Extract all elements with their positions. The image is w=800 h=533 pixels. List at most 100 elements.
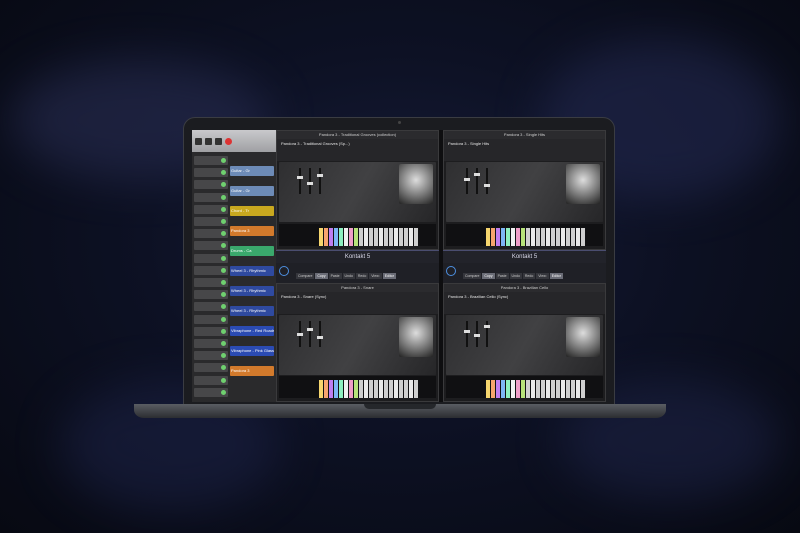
piano-key[interactable] <box>404 228 408 246</box>
copy-button[interactable]: Copy <box>482 273 495 279</box>
daw-region[interactable]: Guitar - Gr <box>230 186 274 196</box>
piano-key[interactable] <box>339 228 343 246</box>
paste-button[interactable]: Paste <box>328 273 342 279</box>
piano-key[interactable] <box>349 228 353 246</box>
track-header[interactable] <box>194 204 228 214</box>
track-header[interactable] <box>194 253 228 263</box>
piano-key[interactable] <box>511 380 515 398</box>
piano-key[interactable] <box>329 380 333 398</box>
track-header[interactable] <box>194 375 228 385</box>
piano-key[interactable] <box>501 380 505 398</box>
piano-key[interactable] <box>536 228 540 246</box>
track-header[interactable] <box>194 241 228 251</box>
piano-key[interactable] <box>324 228 328 246</box>
power-icon[interactable] <box>279 266 289 276</box>
piano-key[interactable] <box>354 380 358 398</box>
piano-key[interactable] <box>344 380 348 398</box>
piano-key[interactable] <box>379 228 383 246</box>
keyboard[interactable] <box>279 376 436 398</box>
undo-button[interactable]: Undo <box>509 273 522 279</box>
piano-key[interactable] <box>409 380 413 398</box>
piano-key[interactable] <box>319 380 323 398</box>
piano-key[interactable] <box>359 228 363 246</box>
piano-key[interactable] <box>551 228 555 246</box>
daw-region[interactable]: Guitar - Gr <box>230 166 274 176</box>
piano-key[interactable] <box>369 380 373 398</box>
piano-key[interactable] <box>329 228 333 246</box>
piano-key[interactable] <box>399 228 403 246</box>
piano-key[interactable] <box>379 380 383 398</box>
piano-key[interactable] <box>501 228 505 246</box>
keyboard[interactable] <box>446 224 603 246</box>
piano-key[interactable] <box>561 228 565 246</box>
daw-region[interactable]: Wheel 3 - Rhythmic <box>230 306 274 316</box>
piano-key[interactable] <box>389 380 393 398</box>
piano-key[interactable] <box>334 228 338 246</box>
track-header[interactable] <box>194 278 228 287</box>
piano-key[interactable] <box>414 380 418 398</box>
daw-region[interactable]: Chord - Tr <box>230 206 274 216</box>
track-header[interactable] <box>194 387 228 397</box>
compare-button[interactable]: Compare <box>296 273 315 279</box>
piano-key[interactable] <box>516 228 520 246</box>
redo-button[interactable]: Redo <box>522 273 536 279</box>
piano-key[interactable] <box>506 380 510 398</box>
track-header[interactable] <box>194 314 228 324</box>
daw-region[interactable]: Drums - Ca <box>230 246 274 256</box>
piano-key[interactable] <box>496 380 500 398</box>
piano-key[interactable] <box>531 228 535 246</box>
piano-key[interactable] <box>319 228 323 246</box>
copy-button[interactable]: Copy <box>315 273 328 279</box>
rewind-icon[interactable] <box>195 137 202 145</box>
compare-button[interactable]: Compare <box>463 273 482 279</box>
daw-region[interactable]: Wheel 3 - Rhythmic <box>230 286 274 296</box>
piano-key[interactable] <box>409 228 413 246</box>
play-icon[interactable] <box>205 137 212 145</box>
piano-key[interactable] <box>546 228 550 246</box>
piano-key[interactable] <box>394 380 398 398</box>
piano-key[interactable] <box>364 228 368 246</box>
piano-key[interactable] <box>561 380 565 398</box>
piano-key[interactable] <box>334 380 338 398</box>
track-header[interactable] <box>194 192 228 202</box>
piano-key[interactable] <box>399 380 403 398</box>
piano-key[interactable] <box>384 228 388 246</box>
track-header[interactable] <box>194 363 228 373</box>
track-header[interactable] <box>194 290 228 300</box>
piano-key[interactable] <box>324 380 328 398</box>
daw-region[interactable]: Vibraphone - Pink Glass <box>230 346 274 356</box>
piano-key[interactable] <box>581 380 585 398</box>
keyboard[interactable] <box>279 224 436 246</box>
piano-key[interactable] <box>566 380 570 398</box>
daw-region[interactable]: Pandora 3 <box>230 226 274 236</box>
power-icon[interactable] <box>446 266 456 276</box>
piano-key[interactable] <box>556 228 560 246</box>
piano-key[interactable] <box>491 228 495 246</box>
piano-key[interactable] <box>536 380 540 398</box>
editor-button[interactable]: Editor <box>549 273 563 279</box>
track-header[interactable] <box>194 156 228 165</box>
paste-button[interactable]: Paste <box>495 273 509 279</box>
track-header[interactable] <box>194 180 228 190</box>
piano-key[interactable] <box>491 380 495 398</box>
piano-key[interactable] <box>359 380 363 398</box>
track-header[interactable] <box>194 229 228 239</box>
piano-key[interactable] <box>541 380 545 398</box>
track-header[interactable] <box>194 302 228 312</box>
track-header[interactable] <box>194 326 228 336</box>
piano-key[interactable] <box>364 380 368 398</box>
piano-key[interactable] <box>404 380 408 398</box>
piano-key[interactable] <box>521 380 525 398</box>
piano-key[interactable] <box>344 228 348 246</box>
piano-key[interactable] <box>526 228 530 246</box>
piano-key[interactable] <box>516 380 520 398</box>
track-header[interactable] <box>194 351 228 361</box>
piano-key[interactable] <box>571 228 575 246</box>
piano-key[interactable] <box>496 228 500 246</box>
record-icon[interactable] <box>225 137 232 145</box>
piano-key[interactable] <box>349 380 353 398</box>
piano-key[interactable] <box>384 380 388 398</box>
track-header[interactable] <box>194 168 228 178</box>
piano-key[interactable] <box>571 380 575 398</box>
daw-region[interactable]: Pandora 3 <box>230 366 274 376</box>
